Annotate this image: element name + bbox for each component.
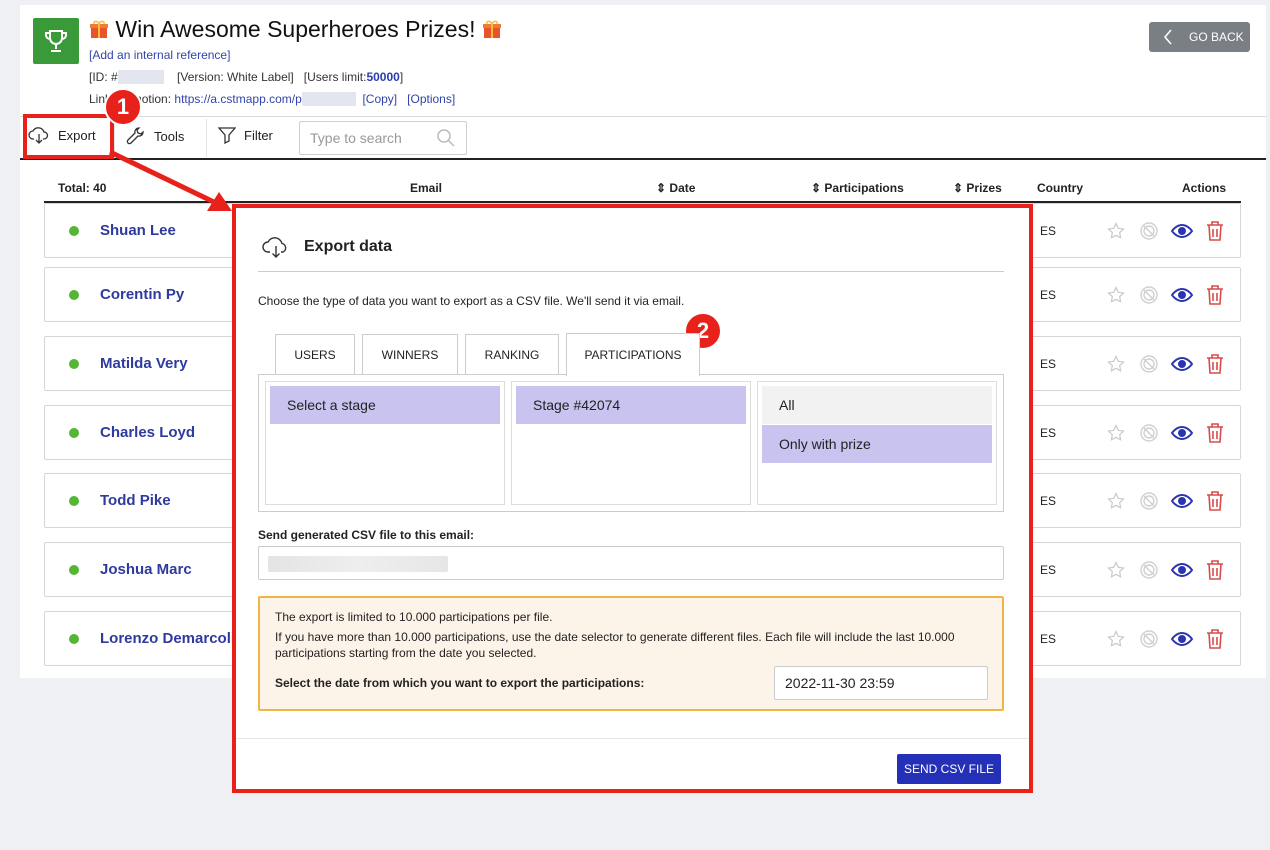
- block-icon[interactable]: [1138, 353, 1160, 375]
- eye-icon[interactable]: [1171, 353, 1193, 375]
- promotion-link[interactable]: https://a.cstmapp.com/p: [174, 92, 301, 106]
- column-participations[interactable]: ⇕ Participations: [811, 181, 904, 195]
- country-code: ES: [1040, 288, 1057, 302]
- table-total: Total: 40: [58, 181, 107, 195]
- toolbar-separator: [114, 119, 115, 157]
- column-actions: Actions: [1182, 181, 1227, 195]
- column-email[interactable]: Email: [410, 181, 442, 195]
- export-highlight: [23, 114, 114, 159]
- page-title: Win Awesome Superheroes Prizes!: [89, 16, 502, 43]
- star-icon[interactable]: [1105, 220, 1127, 242]
- country-code: ES: [1040, 224, 1057, 238]
- participant-name[interactable]: Corentin Py: [100, 286, 184, 303]
- block-icon[interactable]: [1138, 559, 1160, 581]
- eye-icon[interactable]: [1171, 559, 1193, 581]
- star-icon[interactable]: [1105, 284, 1127, 306]
- eye-icon[interactable]: [1171, 490, 1193, 512]
- column-prizes[interactable]: ⇕ Prizes: [953, 181, 1002, 195]
- toolbar-separator: [206, 119, 207, 157]
- country-code: ES: [1040, 357, 1057, 371]
- star-icon[interactable]: [1105, 628, 1127, 650]
- wrench-icon: [126, 127, 144, 145]
- eye-icon[interactable]: [1171, 422, 1193, 444]
- participant-name[interactable]: Joshua Marc: [100, 561, 192, 578]
- copy-link[interactable]: [Copy]: [362, 92, 397, 106]
- toolbar-bottom-rule: [20, 158, 1266, 160]
- sort-icon: ⇕: [811, 181, 822, 195]
- participant-name[interactable]: Shuan Lee: [100, 222, 176, 239]
- eye-icon[interactable]: [1171, 284, 1193, 306]
- participant-name[interactable]: Matilda Very: [100, 355, 188, 372]
- star-icon[interactable]: [1105, 353, 1127, 375]
- sort-icon: ⇕: [953, 181, 964, 195]
- chevron-left-icon: [1163, 29, 1172, 45]
- participant-name[interactable]: Lorenzo Demarcoli: [100, 630, 235, 647]
- trash-icon[interactable]: [1204, 490, 1226, 512]
- eye-icon[interactable]: [1171, 628, 1193, 650]
- star-icon[interactable]: [1105, 490, 1127, 512]
- search-icon: [437, 129, 455, 147]
- tools-button[interactable]: Tools: [126, 126, 184, 146]
- eye-icon[interactable]: [1171, 220, 1193, 242]
- participant-name[interactable]: Charles Loyd: [100, 424, 195, 441]
- block-icon[interactable]: [1138, 284, 1160, 306]
- star-icon[interactable]: [1105, 559, 1127, 581]
- filter-icon: [218, 127, 236, 144]
- trash-icon[interactable]: [1204, 559, 1226, 581]
- status-dot: [69, 290, 79, 300]
- search-input[interactable]: Type to search: [299, 121, 467, 155]
- star-icon[interactable]: [1105, 422, 1127, 444]
- country-code: ES: [1040, 426, 1057, 440]
- status-dot: [69, 634, 79, 644]
- redacted-link: [301, 92, 356, 106]
- promotion-link-row: Link promotion: https://a.cstmapp.com/p …: [89, 92, 456, 106]
- redacted-id: [117, 70, 164, 84]
- toolbar-divider: [20, 116, 1266, 117]
- block-icon[interactable]: [1138, 490, 1160, 512]
- block-icon[interactable]: [1138, 422, 1160, 444]
- block-icon[interactable]: [1138, 628, 1160, 650]
- add-internal-reference-link[interactable]: [Add an internal reference]: [89, 48, 230, 62]
- trash-icon[interactable]: [1204, 422, 1226, 444]
- status-dot: [69, 359, 79, 369]
- column-country: Country: [1037, 181, 1083, 195]
- promotion-meta: [ID: # [Version: White Label] [Users lim…: [89, 70, 404, 84]
- trash-icon[interactable]: [1204, 353, 1226, 375]
- status-dot: [69, 565, 79, 575]
- gift-icon: [89, 18, 109, 38]
- status-dot: [69, 226, 79, 236]
- status-dot: [69, 428, 79, 438]
- block-icon[interactable]: [1138, 220, 1160, 242]
- country-code: ES: [1040, 632, 1057, 646]
- column-date[interactable]: ⇕ Date: [656, 181, 695, 195]
- tab-participations[interactable]: PARTICIPATIONS: [566, 333, 700, 376]
- trash-icon[interactable]: [1204, 284, 1226, 306]
- step-1-badge: 1: [104, 88, 142, 126]
- country-code: ES: [1040, 494, 1057, 508]
- country-code: ES: [1040, 563, 1057, 577]
- modal-highlight: [232, 204, 1033, 793]
- go-back-button[interactable]: GO BACK: [1149, 22, 1250, 52]
- options-link[interactable]: [Options]: [407, 92, 455, 106]
- sort-icon: ⇕: [656, 181, 667, 195]
- participant-name[interactable]: Todd Pike: [100, 492, 171, 509]
- gift-icon: [482, 18, 502, 38]
- status-dot: [69, 496, 79, 506]
- trash-icon[interactable]: [1204, 220, 1226, 242]
- trophy-icon: [33, 18, 79, 64]
- filter-button[interactable]: Filter: [218, 126, 273, 144]
- trash-icon[interactable]: [1204, 628, 1226, 650]
